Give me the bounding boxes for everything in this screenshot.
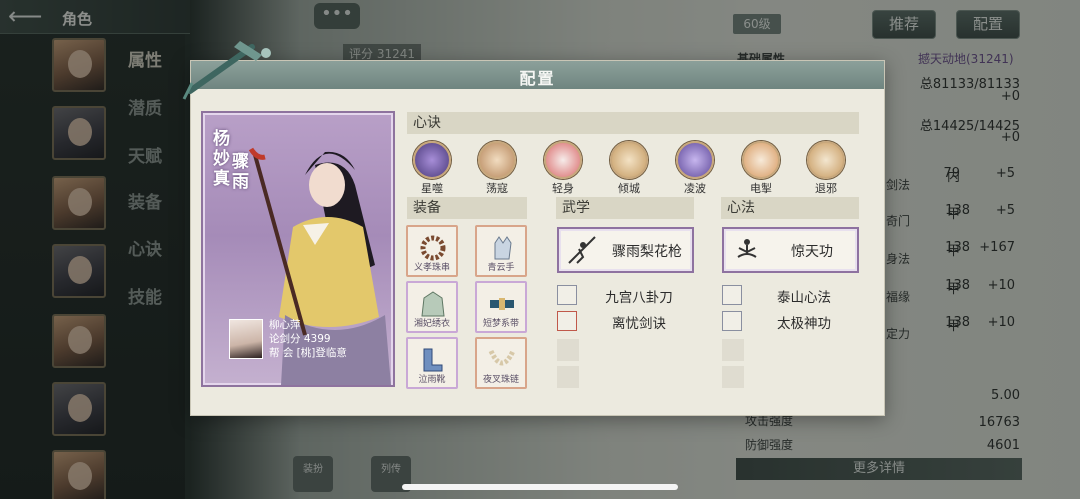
xinjue-label: 星噬: [421, 182, 443, 195]
xinjue-label: 倾城: [618, 182, 640, 195]
xinjue-label: 退邪: [815, 182, 837, 195]
glove-icon: [494, 236, 512, 260]
boots-icon: [423, 348, 443, 372]
martial-skill-label: 九宫八卦刀: [605, 290, 673, 306]
taiji-art-icon: [722, 311, 742, 331]
equip-slot[interactable]: 青云手: [475, 225, 527, 277]
equip-label: 湘妃绣衣: [413, 319, 450, 329]
meditation-icon: [737, 239, 757, 258]
wave-step-icon: [676, 141, 714, 179]
belt-icon: [490, 298, 514, 310]
blade-stance-icon: [557, 285, 577, 305]
decorative-sword-icon: [182, 41, 271, 100]
robe-icon: [421, 291, 445, 317]
equip-slot[interactable]: 夜叉珠链: [475, 337, 527, 389]
xinjue-slot[interactable]: 凌波: [668, 141, 722, 196]
lightning-icon: [742, 141, 780, 179]
equip-slot[interactable]: 短梦系带: [475, 281, 527, 333]
modal-header: 配置: [191, 61, 884, 89]
repel-evil-icon: [807, 141, 845, 179]
sword-stance-icon: [557, 311, 577, 331]
spear-icon: [568, 236, 596, 264]
character-nickname: 骤雨: [232, 152, 249, 192]
xinjue-label: 荡寇: [486, 182, 508, 195]
mountain-art-icon: [722, 285, 742, 305]
xinjue-slot[interactable]: 星噬: [405, 141, 459, 196]
inner-art-item[interactable]: 泰山心法: [722, 285, 862, 306]
character-name: 杨妙真: [213, 129, 230, 189]
equip-label: 泣雨靴: [418, 375, 446, 385]
home-indicator[interactable]: [402, 484, 678, 490]
xinjue-slot[interactable]: 荡寇: [470, 141, 524, 196]
equip-section-title: 装备: [407, 197, 527, 219]
modal-title: 配置: [519, 69, 556, 88]
main-inner-art-label: 惊天功: [791, 244, 833, 260]
xinjue-slot[interactable]: 电掣: [734, 141, 788, 196]
inner-art-label: 泰山心法: [777, 290, 831, 306]
beauty-icon: [610, 141, 648, 179]
equip-slot[interactable]: 义孝珠串: [406, 225, 458, 277]
xinjue-label: 轻身: [552, 182, 574, 195]
player-score: 论剑分 4399: [269, 333, 331, 345]
xinfa-section-title: 心法: [721, 197, 859, 219]
star-devour-icon: [413, 141, 451, 179]
xinjue-label: 电掣: [750, 182, 772, 195]
inner-art-label: 太极神功: [777, 316, 831, 332]
xinjue-slot[interactable]: 轻身: [536, 141, 590, 196]
wuxue-section-title: 武学: [556, 197, 694, 219]
bead-bracelet-icon: [420, 235, 446, 261]
player-guild: 帮 会 [桃]登临意: [269, 347, 347, 359]
martial-skill-item[interactable]: 离忧剑诀: [557, 311, 697, 332]
equip-label: 青云手: [487, 263, 515, 273]
equip-label: 夜叉珠链: [482, 375, 519, 385]
xinjue-label: 凌波: [684, 182, 706, 195]
main-martial-skill-label: 骤雨梨花枪: [612, 244, 682, 260]
player-info: 柳心萍 论剑分 4399 帮 会 [桃]登临意: [225, 315, 390, 375]
equip-slot[interactable]: 湘妃绣衣: [406, 281, 458, 333]
necklace-icon: [488, 349, 516, 366]
equip-label: 短梦系带: [482, 319, 519, 329]
empty-skill-slot[interactable]: [557, 366, 579, 388]
empty-skill-slot[interactable]: [557, 339, 579, 361]
main-martial-skill[interactable]: 骤雨梨花枪: [557, 227, 694, 273]
martial-skill-item[interactable]: 九宫八卦刀: [557, 285, 697, 306]
bandit-sweep-icon: [478, 141, 516, 179]
player-name: 柳心萍: [269, 319, 301, 331]
empty-skill-slot[interactable]: [722, 366, 744, 388]
xinjue-section-title: 心诀: [407, 112, 859, 134]
xinjue-slot[interactable]: 退邪: [799, 141, 853, 196]
equip-slot[interactable]: 泣雨靴: [406, 337, 458, 389]
equip-label: 义孝珠串: [413, 263, 450, 273]
light-body-icon: [544, 141, 582, 179]
main-inner-art[interactable]: 惊天功: [722, 227, 859, 273]
inner-art-item[interactable]: 太极神功: [722, 311, 862, 332]
player-avatar: [229, 319, 263, 359]
empty-skill-slot[interactable]: [722, 339, 744, 361]
xinjue-slot[interactable]: 倾城: [602, 141, 656, 196]
martial-skill-label: 离忧剑诀: [612, 316, 666, 332]
